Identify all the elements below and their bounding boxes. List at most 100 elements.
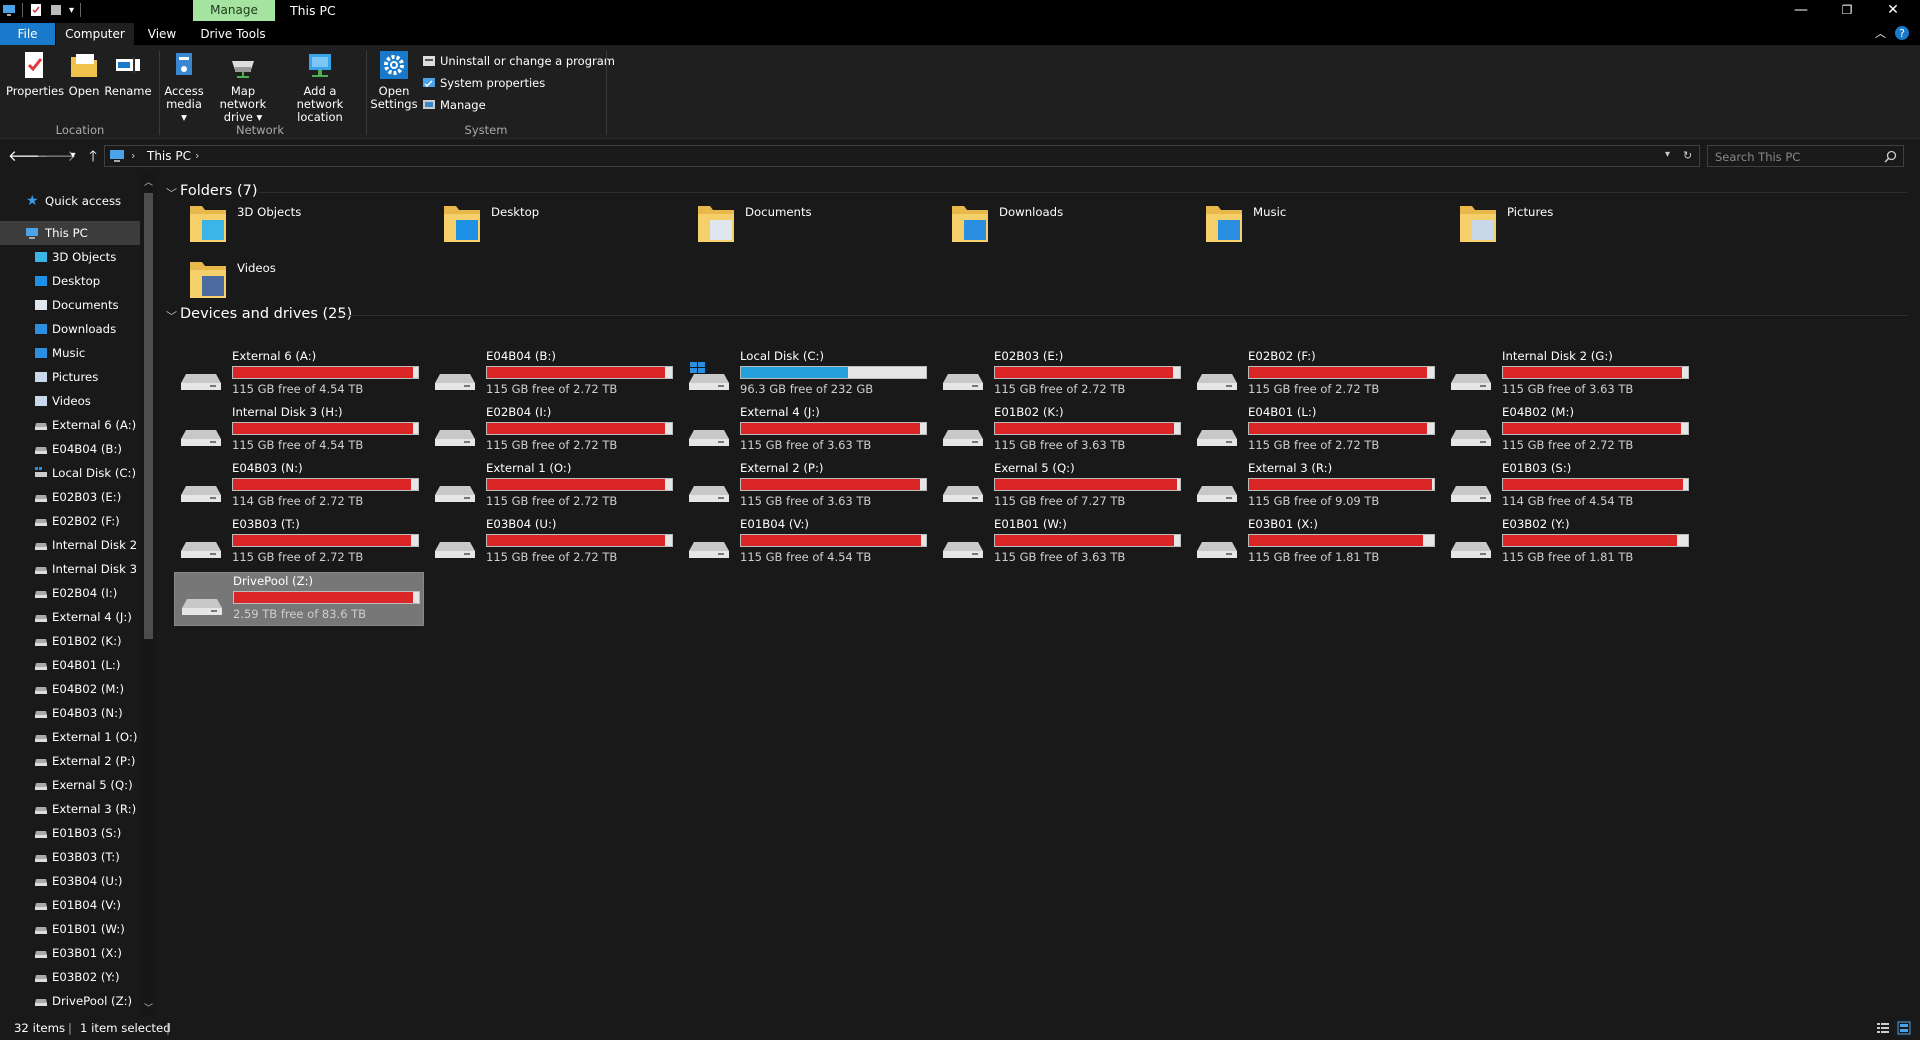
drive-tile[interactable]: E01B03 (S:) 114 GB free of 4.54 TB <box>1444 460 1694 514</box>
drive-tile[interactable]: E02B03 (E:) 115 GB free of 2.72 TB <box>936 348 1186 402</box>
nav-item[interactable]: Downloads <box>0 317 140 341</box>
drive-tile[interactable]: E01B02 (K:) 115 GB free of 3.63 TB <box>936 404 1186 458</box>
drive-tile[interactable]: E01B04 (V:) 115 GB free of 4.54 TB <box>682 516 932 570</box>
address-history-chevron-icon[interactable]: ▾ <box>1665 149 1670 160</box>
folder-tile[interactable]: Desktop <box>434 199 674 251</box>
nav-item[interactable]: 3D Objects <box>0 245 140 269</box>
collapse-ribbon-icon[interactable]: ︿ <box>1875 25 1886 41</box>
drive-tile[interactable]: E03B03 (T:) 115 GB free of 2.72 TB <box>174 516 424 570</box>
manage-button[interactable]: Manage <box>422 98 486 112</box>
drive-tile[interactable]: E04B03 (N:) 114 GB free of 2.72 TB <box>174 460 424 514</box>
up-button[interactable]: 🡑 <box>82 145 104 167</box>
nav-item[interactable]: E02B04 (I:) <box>0 581 140 605</box>
drive-tile[interactable]: E04B04 (B:) 115 GB free of 2.72 TB <box>428 348 678 402</box>
nav-item[interactable]: E03B02 (Y:) <box>0 965 140 989</box>
recent-locations-button[interactable]: ▾ <box>62 145 84 167</box>
collapse-chevron-icon[interactable]: ﹀ <box>166 185 177 201</box>
drive-tile[interactable]: DrivePool (Z:) 2.59 TB free of 83.6 TB <box>174 572 424 626</box>
nav-item[interactable]: E02B03 (E:) <box>0 485 140 509</box>
drive-tile[interactable]: External 4 (J:) 115 GB free of 3.63 TB <box>682 404 932 458</box>
collapse-chevron-icon[interactable]: ﹀ <box>166 308 177 324</box>
nav-scrollbar[interactable]: ︿ ﹀ <box>141 173 156 1016</box>
close-button[interactable]: ✕ <box>1870 0 1916 21</box>
forward-button[interactable]: 🡒 <box>36 145 76 167</box>
nav-item[interactable]: External 1 (O:) <box>0 725 140 749</box>
properties-icon[interactable] <box>29 3 43 17</box>
search-box[interactable]: Search This PC <box>1707 145 1904 167</box>
add-network-location-button[interactable]: Add a network location <box>280 49 360 124</box>
context-tab-manage[interactable]: Manage <box>193 0 275 21</box>
nav-item[interactable]: E04B02 (M:) <box>0 677 140 701</box>
nav-this-pc[interactable]: This PC <box>0 221 140 245</box>
nav-item[interactable]: Internal Disk 3 (H:) <box>0 557 140 581</box>
drive-tile[interactable]: External 3 (R:) 115 GB free of 9.09 TB <box>1190 460 1440 514</box>
nav-item[interactable]: Exernal 5 (Q:) <box>0 773 140 797</box>
folder-tile[interactable]: Music <box>1196 199 1436 251</box>
drive-tile[interactable]: External 6 (A:) 115 GB free of 4.54 TB <box>174 348 424 402</box>
nav-item[interactable]: Music <box>0 341 140 365</box>
access-media-button[interactable]: Access media ▾ <box>162 49 206 124</box>
scrollbar-thumb[interactable] <box>144 193 153 639</box>
scroll-up-icon[interactable]: ︿ <box>144 175 153 188</box>
nav-item[interactable]: E01B03 (S:) <box>0 821 140 845</box>
drive-tile[interactable]: E04B01 (L:) 115 GB free of 2.72 TB <box>1190 404 1440 458</box>
drive-tile[interactable]: E02B02 (F:) 115 GB free of 2.72 TB <box>1190 348 1440 402</box>
drive-tile[interactable]: E01B01 (W:) 115 GB free of 3.63 TB <box>936 516 1186 570</box>
nav-item[interactable]: Documents <box>0 293 140 317</box>
map-network-drive-button[interactable]: Map network drive ▾ <box>206 49 280 124</box>
tab-drive-tools[interactable]: Drive Tools <box>196 23 270 45</box>
breadcrumb-chevron-icon[interactable]: › <box>195 149 199 162</box>
folder-tile[interactable]: Videos <box>180 255 420 307</box>
drive-tile[interactable]: Local Disk (C:) 96.3 GB free of 232 GB <box>682 348 932 402</box>
nav-item[interactable]: Videos <box>0 389 140 413</box>
nav-item[interactable]: External 2 (P:) <box>0 749 140 773</box>
nav-item[interactable]: E04B01 (L:) <box>0 653 140 677</box>
nav-item[interactable]: E01B02 (K:) <box>0 629 140 653</box>
drive-tile[interactable]: Internal Disk 2 (G:) 115 GB free of 3.63 … <box>1444 348 1694 402</box>
nav-item[interactable]: Internal Disk 2 (G:) <box>0 533 140 557</box>
large-icons-view-icon[interactable] <box>1897 1021 1911 1035</box>
nav-item[interactable]: E03B03 (T:) <box>0 845 140 869</box>
breadcrumb-this-pc[interactable]: This PC <box>147 149 191 163</box>
rename-button[interactable]: Rename <box>104 49 152 98</box>
help-icon[interactable]: ? <box>1894 25 1910 41</box>
nav-item[interactable]: External 3 (R:) <box>0 797 140 821</box>
drive-tile[interactable]: E04B02 (M:) 115 GB free of 2.72 TB <box>1444 404 1694 458</box>
drive-tile[interactable]: Exernal 5 (Q:) 115 GB free of 7.27 TB <box>936 460 1186 514</box>
drive-tile[interactable]: E03B04 (U:) 115 GB free of 2.72 TB <box>428 516 678 570</box>
nav-item[interactable]: Local Disk (C:) <box>0 461 140 485</box>
drive-tile[interactable]: External 1 (O:) 115 GB free of 2.72 TB <box>428 460 678 514</box>
uninstall-program-button[interactable]: Uninstall or change a program <box>422 54 615 68</box>
system-properties-button[interactable]: System properties <box>422 76 545 90</box>
nav-item[interactable]: E03B01 (X:) <box>0 941 140 965</box>
tab-computer[interactable]: Computer <box>56 23 134 45</box>
maximize-button[interactable]: ❐ <box>1824 0 1870 21</box>
nav-item[interactable]: External 4 (J:) <box>0 605 140 629</box>
drive-tile[interactable]: E03B02 (Y:) 115 GB free of 1.81 TB <box>1444 516 1694 570</box>
drive-tile[interactable]: E02B04 (I:) 115 GB free of 2.72 TB <box>428 404 678 458</box>
nav-item[interactable]: E04B04 (B:) <box>0 437 140 461</box>
back-button[interactable]: 🡐 <box>8 145 48 167</box>
tab-view[interactable]: View <box>136 23 188 45</box>
tab-file[interactable]: File <box>0 23 55 45</box>
nav-quick-access[interactable]: ★ Quick access <box>0 189 140 213</box>
nav-item[interactable]: DrivePool (Z:) <box>0 989 140 1013</box>
scroll-down-icon[interactable]: ﹀ <box>144 1001 153 1014</box>
drive-tile[interactable]: Internal Disk 3 (H:) 115 GB free of 4.54 … <box>174 404 424 458</box>
open-settings-button[interactable]: Open Settings <box>370 49 418 111</box>
nav-item[interactable]: E02B02 (F:) <box>0 509 140 533</box>
new-folder-icon[interactable] <box>49 3 63 17</box>
address-bar[interactable]: › This PC › ▾ ↻ <box>104 145 1700 167</box>
drive-tile[interactable]: External 2 (P:) 115 GB free of 3.63 TB <box>682 460 932 514</box>
folder-tile[interactable]: Downloads <box>942 199 1182 251</box>
this-pc-icon[interactable] <box>2 3 16 17</box>
properties-button[interactable]: Properties <box>6 49 64 98</box>
breadcrumb-chevron-icon[interactable]: › <box>131 149 135 162</box>
nav-item[interactable]: E04B03 (N:) <box>0 701 140 725</box>
folder-tile[interactable]: 3D Objects <box>180 199 420 251</box>
drive-tile[interactable]: E03B01 (X:) 115 GB free of 1.81 TB <box>1190 516 1440 570</box>
nav-item[interactable]: External 6 (A:) <box>0 413 140 437</box>
minimize-button[interactable]: — <box>1778 0 1824 21</box>
customize-toolbar-icon[interactable]: ▾ <box>69 5 74 16</box>
folder-tile[interactable]: Documents <box>688 199 928 251</box>
